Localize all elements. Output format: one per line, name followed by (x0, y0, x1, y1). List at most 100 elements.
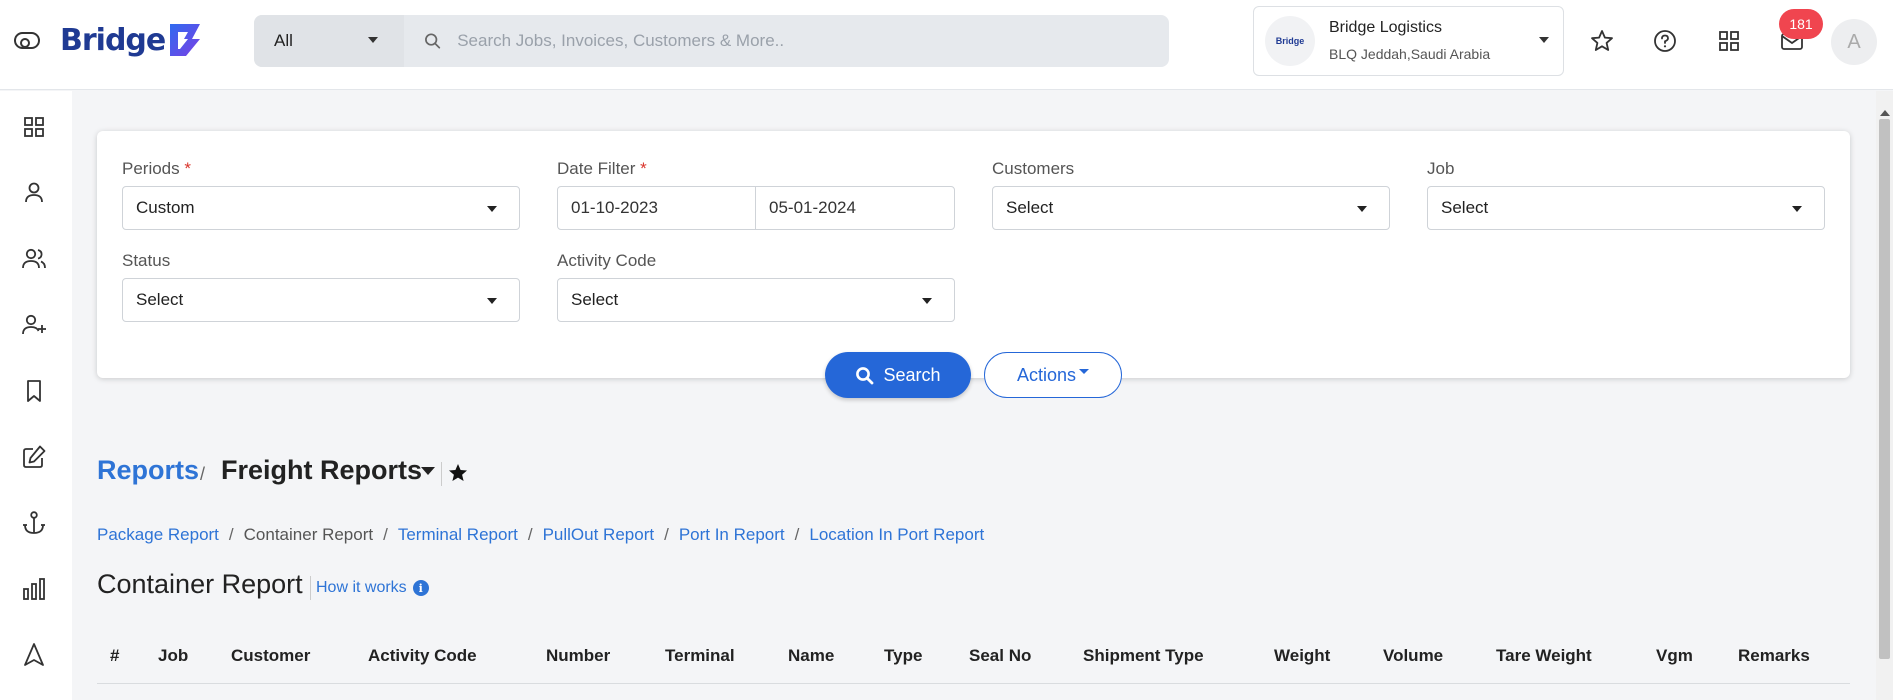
user-avatar[interactable]: A (1831, 19, 1877, 65)
customers-select[interactable]: Select (992, 186, 1390, 230)
status-value: Select (136, 290, 184, 309)
port-in-report-link[interactable]: Port In Report (679, 525, 785, 545)
date-from-input[interactable]: 01-10-2023 (557, 186, 756, 230)
search-icon (856, 366, 874, 384)
how-it-works-link[interactable]: How it works i (316, 579, 429, 597)
search-button-label: Search (883, 364, 941, 385)
help-icon[interactable] (1652, 28, 1678, 54)
breadcrumb-separator: / (200, 464, 206, 484)
user-icon[interactable] (20, 179, 48, 207)
apps-grid-icon[interactable] (1716, 28, 1742, 54)
date-filter-label: Date Filter * (557, 159, 647, 178)
chevron-down-icon (922, 298, 932, 304)
location-in-port-report-link[interactable]: Location In Port Report (809, 525, 984, 545)
separator: / (228, 525, 234, 544)
bookmark-icon[interactable] (20, 377, 48, 405)
scroll-up-arrow-icon[interactable] (1880, 110, 1890, 116)
star-icon[interactable] (1589, 28, 1615, 54)
customers-label: Customers (992, 159, 1075, 178)
search-button[interactable]: Search (825, 352, 971, 398)
periods-label: Periods * (122, 159, 191, 178)
container-report-link[interactable]: Container Report (244, 525, 373, 545)
date-to-input[interactable]: 05-01-2024 (755, 186, 955, 230)
column-header[interactable]: Weight (1274, 646, 1330, 666)
activity-code-value: Select (571, 290, 619, 309)
bridge-logo[interactable]: Bridge (60, 22, 204, 58)
separator: / (383, 525, 388, 544)
column-header[interactable]: Terminal (665, 646, 735, 666)
scrollbar-thumb[interactable] (1879, 119, 1890, 659)
table-header: # Job Customer Activity Code Number Term… (97, 628, 1850, 684)
required-mark: * (184, 159, 191, 178)
column-header[interactable]: Vgm (1656, 646, 1693, 666)
column-header[interactable]: # (110, 646, 119, 666)
chevron-down-icon (487, 298, 497, 304)
top-navbar: Bridge All Bridge Bridge Log (0, 0, 1893, 90)
job-label: Job (1427, 159, 1455, 178)
chevron-down-icon (1792, 206, 1802, 212)
column-header[interactable]: Tare Weight (1496, 646, 1592, 666)
status-label: Status (122, 251, 171, 270)
company-switcher[interactable]: Bridge Bridge Logistics BLQ Jeddah,Saudi… (1253, 6, 1564, 76)
terminal-report-link[interactable]: Terminal Report (398, 525, 518, 545)
page-title: Container Report (97, 569, 303, 599)
info-icon: i (412, 580, 429, 596)
company-location: BLQ Jeddah,Saudi Arabia (1329, 46, 1491, 62)
favorite-star-icon[interactable] (447, 462, 469, 484)
search-input[interactable] (457, 31, 1169, 51)
search-scope-value: All (274, 31, 293, 50)
search-scope-dropdown[interactable]: All (254, 15, 404, 67)
column-header[interactable]: Name (788, 646, 834, 666)
column-header[interactable]: Number (546, 646, 610, 666)
user-plus-icon[interactable] (20, 311, 48, 339)
users-icon[interactable] (20, 245, 48, 273)
dashboard-icon[interactable] (20, 113, 48, 141)
column-header[interactable]: Activity Code (368, 646, 477, 666)
how-it-works-label: How it works (316, 579, 407, 596)
column-header[interactable]: Type (884, 646, 922, 666)
actions-button[interactable]: Actions (984, 352, 1122, 398)
search-field (404, 15, 1169, 67)
job-value: Select (1441, 198, 1489, 217)
bar-chart-icon[interactable] (20, 575, 48, 603)
breadcrumb-current: Freight Reports (221, 455, 423, 485)
chevron-down-icon (487, 206, 497, 212)
menu-toggle-icon[interactable] (14, 32, 40, 49)
vertical-scrollbar[interactable] (1876, 91, 1893, 700)
column-header[interactable]: Customer (231, 646, 310, 666)
required-mark: * (640, 159, 647, 178)
column-header[interactable]: Shipment Type (1083, 646, 1204, 666)
divider (310, 576, 311, 600)
periods-select[interactable]: Custom (122, 186, 520, 230)
actions-button-label: Actions (1016, 364, 1077, 385)
edit-icon[interactable] (20, 443, 48, 471)
activity-code-label: Activity Code (557, 251, 657, 270)
chevron-down-icon (1079, 368, 1090, 374)
column-header[interactable]: Remarks (1738, 646, 1810, 666)
separator: / (794, 525, 800, 544)
package-report-link[interactable]: Package Report (97, 525, 219, 545)
sidebar (0, 91, 72, 700)
customers-value: Select (1006, 198, 1054, 217)
anchor-icon[interactable] (20, 509, 48, 537)
logo-mark-icon (170, 24, 201, 56)
activity-code-select[interactable]: Select (557, 278, 955, 322)
column-header[interactable]: Job (158, 646, 188, 666)
filter-card: Periods * Custom Date Filter * 01-10-202… (97, 131, 1850, 378)
report-type-dropdown-icon[interactable] (421, 467, 435, 475)
company-name: Bridge Logistics (1329, 19, 1442, 36)
breadcrumb-reports-link[interactable]: Reports (97, 455, 199, 486)
navigation-icon[interactable] (20, 641, 48, 669)
logo-text: Bridge (60, 22, 166, 58)
company-logo: Bridge (1265, 16, 1315, 66)
chevron-down-icon (1357, 206, 1367, 212)
search-icon (425, 33, 441, 49)
chevron-down-icon (368, 37, 378, 43)
job-select[interactable]: Select (1427, 186, 1825, 230)
column-header[interactable]: Volume (1383, 646, 1443, 666)
separator: / (664, 525, 669, 544)
notification-badge: 181 (1779, 9, 1823, 39)
status-select[interactable]: Select (122, 278, 520, 322)
pullout-report-link[interactable]: PullOut Report (543, 525, 655, 545)
column-header[interactable]: Seal No (969, 646, 1031, 666)
